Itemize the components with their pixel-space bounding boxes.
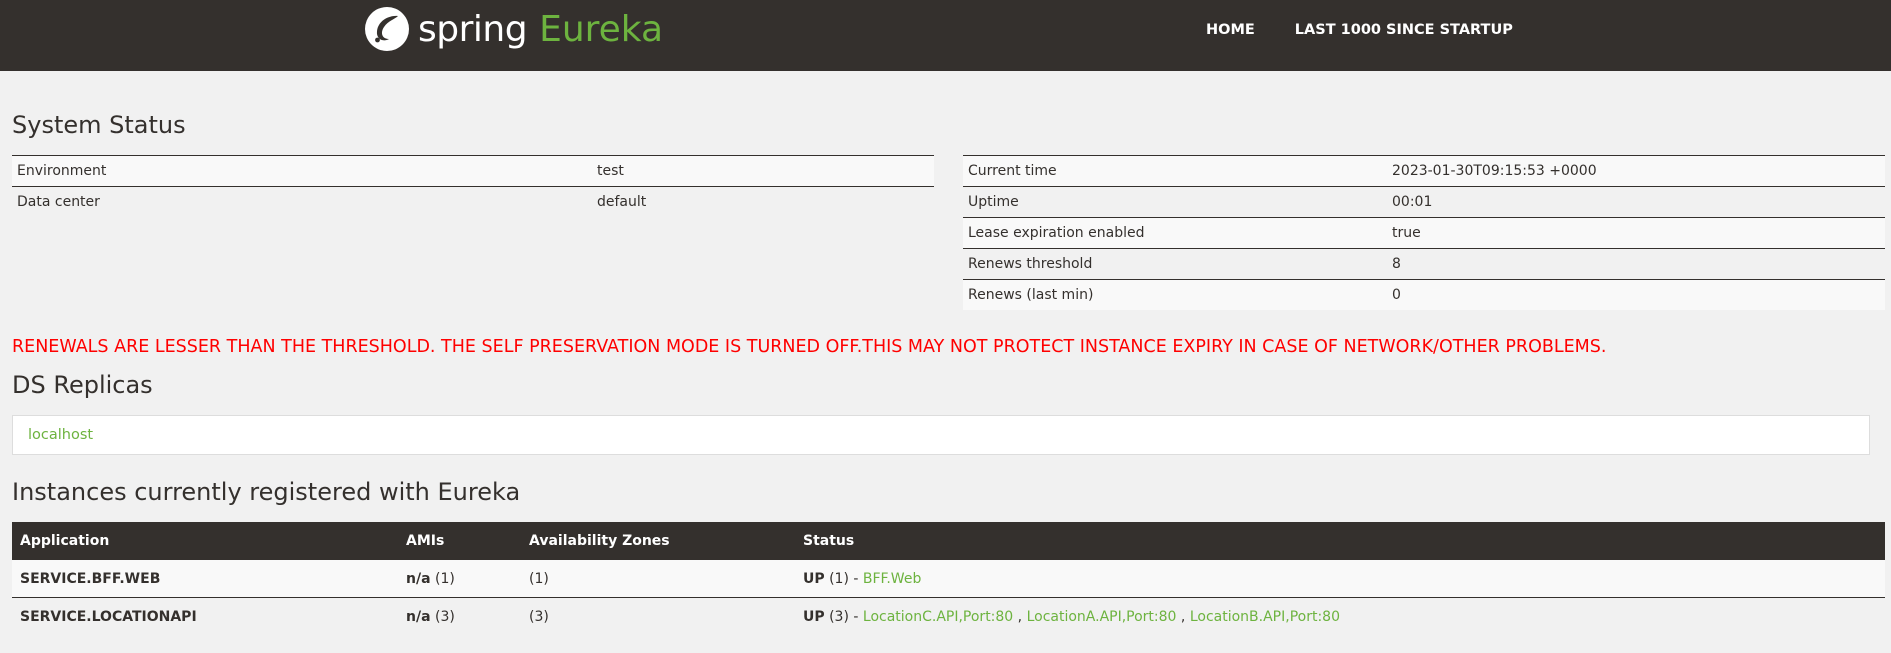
instance-link[interactable]: LocationC.API,Port:80 (863, 609, 1013, 625)
status-label: Lease expiration enabled (963, 217, 1387, 249)
ds-replicas-list: localhost (12, 415, 1870, 455)
status-label: Data center (12, 186, 592, 217)
ds-replicas-title: DS Replicas (12, 371, 153, 399)
instances-header-row: Application AMIs Availability Zones Stat… (12, 522, 1885, 560)
status-label: Environment (12, 155, 592, 187)
amis-na: n/a (406, 608, 431, 625)
brand-spring-text: spring (418, 8, 528, 50)
self-preservation-warning: RENEWALS ARE LESSER THAN THE THRESHOLD. … (12, 337, 1607, 357)
status-value: 2023-01-30T09:15:53 +0000 (1387, 155, 1885, 187)
status-cell: UP (1) - BFF.Web (795, 559, 1885, 598)
status-cell: UP (3) - LocationC.API,Port:80 , Locatio… (795, 597, 1885, 635)
status-row: Current time 2023-01-30T09:15:53 +0000 (963, 155, 1885, 187)
status-row: Renews (last min) 0 (963, 279, 1885, 310)
status-value: 0 (1387, 279, 1885, 310)
table-row: SERVICE.LOCATIONAPI n/a (3) (3) UP (3) -… (12, 597, 1885, 635)
instance-link[interactable]: BFF.Web (863, 571, 921, 587)
brand-link[interactable]: spring Eureka (364, 4, 663, 54)
status-count: (1) - (829, 570, 863, 587)
column-header-status: Status (795, 522, 1885, 560)
column-header-application: Application (12, 522, 398, 560)
column-header-amis: AMIs (398, 522, 521, 560)
status-label: Uptime (963, 186, 1387, 218)
application-name: SERVICE.LOCATIONAPI (12, 597, 398, 635)
amis-count: (1) (434, 570, 455, 587)
status-value: default (592, 186, 934, 217)
table-row: SERVICE.BFF.WEB n/a (1) (1) UP (1) - BFF… (12, 559, 1885, 598)
zones-cell: (3) (521, 597, 795, 635)
status-row: Data center default (12, 186, 934, 217)
replica-link-localhost[interactable]: localhost (28, 427, 93, 443)
instance-link[interactable]: LocationB.API,Port:80 (1190, 609, 1340, 625)
column-header-availability-zones: Availability Zones (521, 522, 795, 560)
status-value: 00:01 (1387, 186, 1885, 218)
status-row: Uptime 00:01 (963, 186, 1885, 218)
nav-last-1000-link[interactable]: LAST 1000 SINCE STARTUP (1295, 22, 1513, 38)
instances-title: Instances currently registered with Eure… (12, 478, 521, 506)
instances-table: Application AMIs Availability Zones Stat… (12, 522, 1885, 635)
nav-menu: HOME LAST 1000 SINCE STARTUP (1206, 22, 1553, 38)
status-value: 8 (1387, 248, 1885, 280)
amis-count: (3) (434, 608, 455, 625)
application-name-text: SERVICE.LOCATIONAPI (20, 608, 197, 625)
amis-cell: n/a (3) (398, 597, 521, 635)
status-state: UP (803, 608, 825, 625)
status-row: Lease expiration enabled true (963, 217, 1885, 249)
spring-logo-icon (365, 7, 409, 51)
status-value: true (1387, 217, 1885, 249)
status-row: Environment test (12, 155, 934, 187)
amis-na: n/a (406, 570, 431, 587)
nav-home-link[interactable]: HOME (1206, 22, 1255, 38)
system-status-right-table: Current time 2023-01-30T09:15:53 +0000 U… (963, 155, 1885, 310)
brand-eureka-text: Eureka (539, 8, 664, 50)
status-row: Renews threshold 8 (963, 248, 1885, 280)
application-name-text: SERVICE.BFF.WEB (20, 570, 161, 587)
status-count: (3) - (829, 608, 863, 625)
system-status-left-table: Environment test Data center default (12, 155, 934, 217)
status-value: test (592, 155, 934, 187)
zones-cell: (1) (521, 559, 795, 598)
amis-cell: n/a (1) (398, 559, 521, 598)
status-label: Renews (last min) (963, 279, 1387, 310)
status-label: Current time (963, 155, 1387, 187)
instance-link[interactable]: LocationA.API,Port:80 (1027, 609, 1177, 625)
status-state: UP (803, 570, 825, 587)
navbar: spring Eureka HOME LAST 1000 SINCE START… (0, 0, 1891, 71)
status-label: Renews threshold (963, 248, 1387, 280)
system-status-title: System Status (12, 111, 186, 139)
application-name: SERVICE.BFF.WEB (12, 559, 398, 598)
